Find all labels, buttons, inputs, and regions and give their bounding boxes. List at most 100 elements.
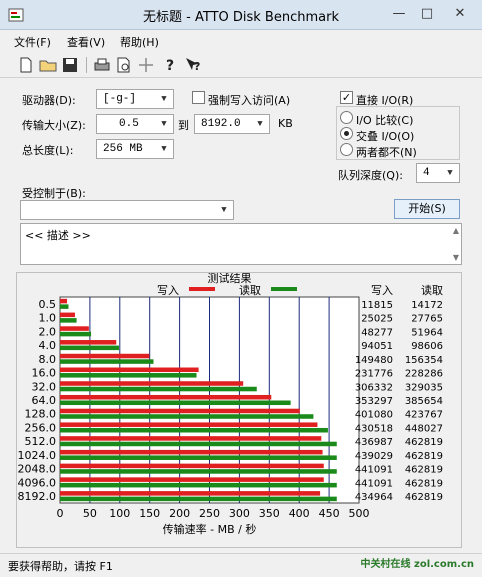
x-tick-label: 200 — [169, 507, 190, 520]
read-bar — [60, 482, 337, 488]
menu-bar: 文件(F) 查看(V) 帮助(H) — [0, 31, 482, 51]
x-tick-label: 0 — [57, 507, 64, 520]
drive-value: [-g-] — [103, 93, 137, 105]
read-bar — [60, 455, 337, 460]
overlapped-io-label: 交叠 I/O(O) — [356, 130, 415, 143]
x-tick-label: 300 — [229, 507, 250, 520]
read-bar — [60, 400, 291, 406]
save-icon[interactable] — [60, 56, 80, 74]
transfer-from-value: 0.5 — [119, 118, 139, 130]
write-value: 401080 — [355, 410, 393, 421]
total-length-select[interactable]: 256 MB ▼ — [96, 139, 174, 159]
write-column-header: 写入 — [371, 284, 393, 297]
read-value: 462819 — [405, 451, 443, 462]
write-bar — [60, 477, 324, 482]
write-value: 439029 — [355, 451, 393, 462]
open-folder-icon[interactable] — [38, 56, 58, 74]
write-bar — [60, 422, 318, 427]
new-document-icon[interactable] — [16, 56, 36, 74]
write-value: 306332 — [355, 382, 393, 393]
write-bar — [60, 394, 272, 400]
x-tick-label: 400 — [289, 507, 310, 520]
read-value: 448027 — [405, 423, 443, 434]
menu-file[interactable]: 文件(F) — [14, 34, 51, 50]
controlled-by-select[interactable]: ▼ — [20, 200, 234, 220]
neither-radio[interactable] — [340, 143, 353, 156]
read-value: 51964 — [411, 327, 443, 338]
category-label: 4.0 — [39, 339, 57, 352]
print-preview-icon[interactable] — [114, 56, 134, 74]
drive-select[interactable]: [-g-] ▼ — [96, 89, 174, 109]
category-label: 8192.0 — [18, 490, 57, 503]
read-bar — [60, 331, 92, 337]
queue-depth-select[interactable]: 4 ▼ — [416, 163, 460, 183]
force-write-checkbox[interactable] — [192, 91, 205, 104]
chevron-down-icon: ▼ — [447, 168, 453, 178]
read-value: 156354 — [405, 355, 443, 366]
read-bar — [60, 441, 337, 447]
menu-view[interactable]: 查看(V) — [67, 34, 105, 50]
chevron-down-icon: ▼ — [161, 94, 167, 104]
read-bar — [60, 386, 257, 392]
description-box[interactable]: << 描述 >> ▲ ▼ — [20, 223, 462, 265]
scroll-down-icon[interactable]: ▼ — [453, 253, 459, 262]
category-label: 64.0 — [32, 394, 57, 407]
to-label: 到 — [178, 119, 189, 132]
write-bar — [60, 449, 323, 455]
move-icon[interactable] — [136, 56, 156, 74]
write-bar — [60, 298, 68, 304]
read-bar — [60, 427, 328, 433]
toolbar: ? ? — [0, 52, 482, 78]
write-value: 434964 — [355, 492, 393, 503]
transfer-from-select[interactable]: 0.5 ▼ — [96, 114, 174, 134]
write-value: 353297 — [355, 396, 393, 407]
svg-text:?: ? — [166, 58, 174, 74]
x-tick-label: 50 — [83, 507, 97, 520]
chevron-down-icon: ▼ — [161, 144, 167, 154]
context-help-icon[interactable]: ? — [183, 56, 203, 74]
minimize-icon[interactable]: — — [386, 4, 412, 24]
read-bar — [60, 496, 337, 502]
read-bar — [60, 304, 69, 309]
read-bar — [60, 469, 337, 474]
help-icon[interactable]: ? — [160, 56, 180, 74]
maximize-icon[interactable]: □ — [414, 4, 440, 24]
close-icon[interactable]: ✕ — [442, 4, 478, 24]
write-value: 94051 — [361, 341, 393, 352]
category-label: 128.0 — [25, 408, 57, 421]
io-compare-radio[interactable] — [340, 111, 353, 124]
legend-swatch — [189, 287, 215, 291]
x-tick-label: 350 — [259, 507, 280, 520]
read-bar — [60, 359, 154, 364]
neither-label: 两者都不(N) — [356, 146, 417, 159]
read-bar — [60, 318, 77, 323]
read-value: 98606 — [411, 341, 443, 352]
read-value: 462819 — [405, 492, 443, 503]
write-bar — [60, 353, 150, 359]
category-label: 2048.0 — [18, 463, 57, 476]
write-value: 25025 — [361, 314, 393, 325]
print-icon[interactable] — [92, 56, 112, 74]
category-label: 2.0 — [39, 325, 57, 338]
toolbar-separator — [86, 57, 87, 73]
read-value: 385654 — [405, 396, 443, 407]
write-bar — [60, 408, 300, 414]
read-value: 27765 — [411, 314, 443, 325]
write-value: 441091 — [355, 465, 393, 476]
x-axis-label: 传输速率 - MB / 秒 — [163, 522, 257, 536]
legend-label: 写入 — [157, 284, 179, 297]
overlapped-io-radio[interactable] — [340, 127, 353, 140]
transfer-to-value: 8192.0 — [201, 118, 241, 130]
direct-io-checkbox[interactable]: ✓ — [340, 91, 353, 104]
x-tick-label: 150 — [139, 507, 160, 520]
results-panel: 测试结果 写入 读取 写入 读取 0 50 100 150 200 250 300 350 400 450 5… — [16, 272, 462, 548]
x-tick-label: 450 — [319, 507, 340, 520]
start-button[interactable]: 开始(S) — [394, 199, 460, 219]
queue-depth-value: 4 — [423, 167, 430, 179]
category-label: 16.0 — [32, 367, 57, 380]
menu-help[interactable]: 帮助(H) — [120, 34, 159, 50]
write-bar — [60, 491, 321, 496]
category-label: 512.0 — [25, 435, 57, 448]
transfer-to-select[interactable]: 8192.0 ▼ — [194, 114, 270, 134]
scroll-up-icon[interactable]: ▲ — [453, 226, 459, 235]
